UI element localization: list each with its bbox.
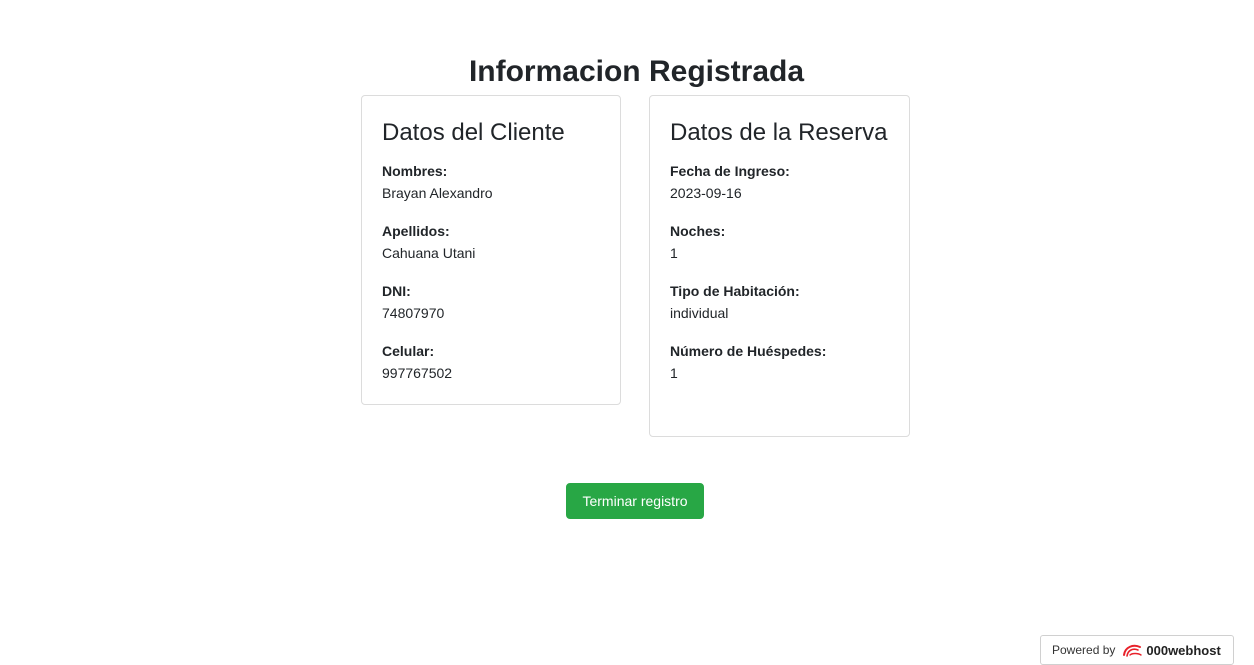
reservation-card-title: Datos de la Reserva — [670, 119, 888, 146]
field-value: 2023-09-16 — [670, 185, 742, 201]
reservation-field-numero-huespedes: Número de Huéspedes: 1 — [670, 340, 889, 384]
field-label: Celular: — [382, 343, 435, 359]
field-value: 1 — [670, 365, 678, 381]
client-field-apellidos: Apellidos: Cahuana Utani — [382, 220, 600, 264]
field-value: 1 — [670, 245, 678, 261]
field-value: 997767502 — [382, 365, 453, 381]
field-value: individual — [670, 305, 729, 321]
client-card-title: Datos del Cliente — [382, 119, 565, 146]
finish-registration-button[interactable]: Terminar registro — [566, 483, 704, 519]
reservation-field-tipo-habitacion: Tipo de Habitación: individual — [670, 280, 889, 324]
field-value: Brayan Alexandro — [382, 185, 493, 201]
client-info-card: Datos del Cliente Nombres: Brayan Alexan… — [361, 95, 621, 405]
page-title: Informacion Registrada — [468, 55, 805, 88]
field-label: Número de Huéspedes: — [670, 343, 827, 359]
field-label: Apellidos: — [382, 223, 450, 239]
client-field-celular: Celular: 997767502 — [382, 340, 600, 384]
reservation-info-card: Datos de la Reserva Fecha de Ingreso: 20… — [649, 95, 910, 437]
reservation-field-fecha-ingreso: Fecha de Ingreso: 2023-09-16 — [670, 160, 889, 204]
field-label: DNI: — [382, 283, 411, 299]
field-label: Fecha de Ingreso: — [670, 163, 790, 179]
powered-by-badge[interactable]: Powered by 000webhost — [1040, 635, 1234, 665]
client-field-dni: DNI: 74807970 — [382, 280, 600, 324]
field-value: 74807970 — [382, 305, 445, 321]
000webhost-swirl-icon — [1121, 642, 1143, 658]
field-label: Noches: — [670, 223, 726, 239]
field-label: Tipo de Habitación: — [670, 283, 800, 299]
powered-by-brand: 000webhost — [1146, 642, 1221, 658]
field-label: Nombres: — [382, 163, 448, 179]
field-value: Cahuana Utani — [382, 245, 476, 261]
client-field-nombres: Nombres: Brayan Alexandro — [382, 160, 600, 204]
reservation-field-noches: Noches: 1 — [670, 220, 889, 264]
powered-by-label: Powered by — [1052, 643, 1116, 657]
